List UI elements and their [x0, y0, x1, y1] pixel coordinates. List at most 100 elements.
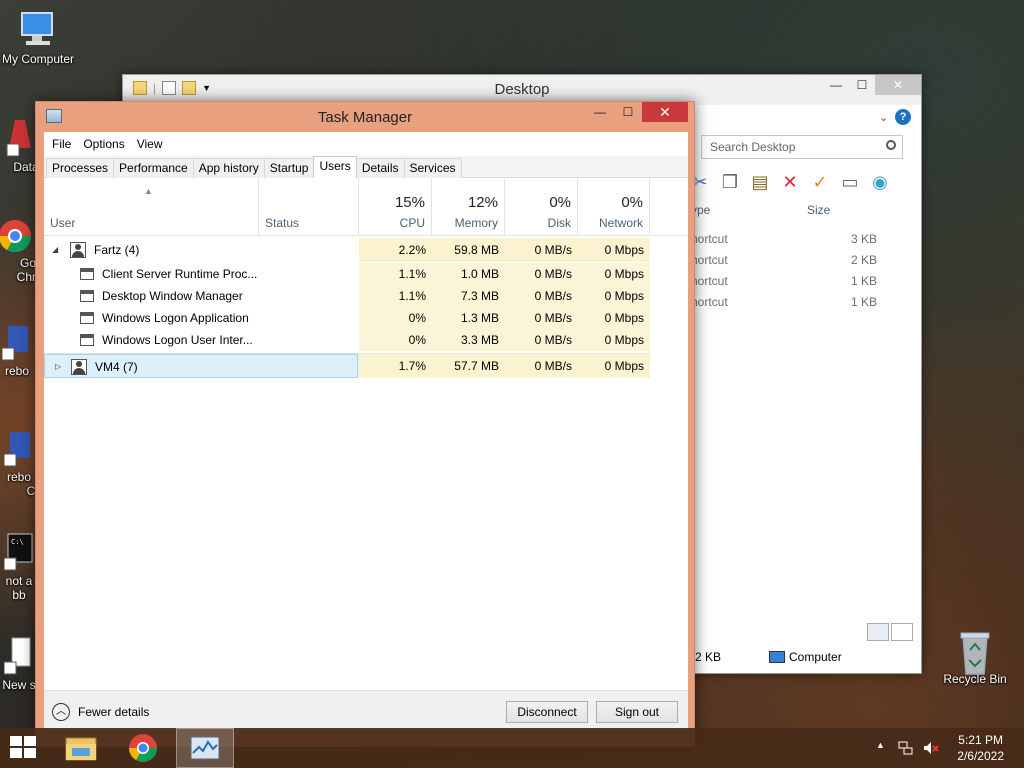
column-user[interactable]: ▲ User	[44, 178, 259, 236]
taskbar-file-explorer[interactable]	[52, 728, 110, 768]
disk-value: 0 MB/s	[505, 238, 578, 262]
taskbar-task-manager[interactable]	[176, 728, 234, 768]
large-icons-view-button[interactable]	[891, 623, 913, 641]
user-group-row[interactable]: ◢ Fartz (4) 2.2% 59.8 MB 0 MB/s 0 Mbps	[44, 238, 650, 262]
close-button[interactable]: ✕	[642, 102, 688, 122]
desktop-icon-reboot[interactable]: rebo	[0, 322, 40, 378]
clock-time: 5:21 PM	[958, 733, 1003, 747]
column-cpu-label: CPU	[399, 216, 425, 230]
taskbar: ▲ 5:21 PM 2/6/2022	[0, 728, 1024, 768]
paste-icon[interactable]: ▤	[749, 171, 771, 193]
task-manager-icon	[190, 736, 220, 760]
expand-arrow-icon[interactable]: ▷	[55, 355, 61, 379]
column-cpu[interactable]: 15% CPU	[359, 178, 432, 236]
chrome-icon	[129, 734, 157, 762]
details-view-button[interactable]	[867, 623, 889, 641]
memory-value: 1.0 MB	[432, 263, 505, 285]
desktop-icon-recycle-bin[interactable]: Recycle Bin	[937, 630, 1013, 686]
process-row[interactable]: Desktop Window Manager 1.1% 7.3 MB 0 MB/…	[44, 285, 650, 307]
taskbar-chrome[interactable]	[114, 728, 172, 768]
process-row[interactable]: Client Server Runtime Proc... 1.1% 1.0 M…	[44, 263, 650, 285]
copy-icon[interactable]: ❐	[719, 171, 741, 193]
column-disk[interactable]: 0% Disk	[505, 178, 578, 236]
tab-performance[interactable]: Performance	[113, 158, 194, 178]
column-network[interactable]: 0% Network	[578, 178, 650, 236]
globe-icon[interactable]: ◉	[869, 171, 891, 193]
collapse-arrow-icon[interactable]: ◢	[52, 238, 58, 262]
disk-value: 0 MB/s	[505, 354, 578, 378]
explorer-column-headers: ype Size	[689, 197, 919, 221]
tab-startup[interactable]: Startup	[263, 158, 315, 178]
cpu-value: 0%	[359, 329, 432, 351]
desktop-icon-label: Chr	[16, 270, 36, 284]
user-name: VM4 (7)	[95, 360, 138, 374]
shortcut-icon	[3, 428, 34, 468]
recycle-bin-icon	[955, 630, 995, 675]
users-grid: ▲ User Status 15% CPU 12% Memory 0% Disk	[44, 178, 688, 678]
status-location: Computer	[789, 650, 842, 664]
rename-icon[interactable]: ▭	[839, 171, 861, 193]
file-row[interactable]: hortcut 2 KB	[689, 249, 919, 270]
tab-services[interactable]: Services	[403, 158, 462, 178]
network-value: 0 Mbps	[578, 329, 650, 351]
network-value: 0 Mbps	[578, 263, 650, 285]
tab-app-history[interactable]: App history	[192, 158, 265, 178]
column-network-label: Network	[598, 216, 643, 230]
task-manager-window[interactable]: Task Manager — ☐ ✕ File Options View Pro…	[35, 101, 695, 747]
column-memory[interactable]: 12% Memory	[432, 178, 505, 236]
tab-users[interactable]: Users	[313, 156, 357, 178]
maximize-button[interactable]: ☐	[849, 75, 875, 95]
tab-bar: Processes Performance App history Startu…	[44, 156, 688, 178]
sign-out-button[interactable]: Sign out	[596, 701, 678, 723]
show-hidden-icons-button[interactable]: ▲	[876, 740, 885, 768]
tab-details[interactable]: Details	[355, 158, 405, 178]
cpu-value: 2.2%	[359, 238, 432, 262]
file-type: hortcut	[691, 232, 728, 246]
file-row[interactable]: hortcut 3 KB	[689, 228, 919, 249]
menu-options[interactable]: Options	[77, 137, 130, 151]
network-icon[interactable]	[898, 740, 914, 768]
process-row[interactable]: Windows Logon User Inter... 0% 3.3 MB 0 …	[44, 329, 650, 351]
help-icon[interactable]: ?	[895, 109, 911, 125]
close-button[interactable]: ✕	[875, 75, 921, 95]
volume-muted-icon[interactable]	[922, 740, 940, 768]
menu-view[interactable]: View	[131, 137, 169, 151]
task-manager-title-bar[interactable]: Task Manager — ☐ ✕	[36, 102, 694, 132]
maximize-button[interactable]: ☐	[614, 102, 642, 122]
check-icon[interactable]: ✓	[809, 171, 831, 193]
chrome-icon	[0, 218, 33, 254]
menu-file[interactable]: File	[46, 137, 77, 151]
column-status[interactable]: Status	[259, 178, 359, 236]
user-icon	[71, 359, 87, 375]
process-name: Desktop Window Manager	[102, 289, 243, 303]
file-row[interactable]: hortcut 1 KB	[689, 270, 919, 291]
column-size[interactable]: Size	[807, 203, 830, 217]
explorer-status-bar: 2 KB Computer	[689, 645, 921, 669]
user-group-row[interactable]: ▷ VM4 (7) 1.7% 57.7 MB 0 MB/s 0 Mbps	[44, 353, 650, 379]
file-type: hortcut	[691, 253, 728, 267]
file-row[interactable]: hortcut 1 KB	[689, 291, 919, 312]
disk-value: 0 MB/s	[505, 329, 578, 351]
explorer-title: Desktop	[494, 81, 550, 98]
file-type: hortcut	[691, 295, 728, 309]
chevron-down-icon[interactable]: ⌄	[879, 111, 888, 124]
fewer-details-button[interactable]: ︿ Fewer details	[52, 703, 149, 721]
process-row[interactable]: Windows Logon Application 0% 1.3 MB 0 MB…	[44, 307, 650, 329]
memory-value: 1.3 MB	[432, 307, 505, 329]
tab-processes[interactable]: Processes	[46, 158, 115, 178]
start-button[interactable]	[10, 736, 38, 760]
system-clock[interactable]: 5:21 PM 2/6/2022	[957, 732, 1004, 764]
desktop-icon-my-computer[interactable]: My Computer	[0, 10, 76, 66]
disconnect-button[interactable]: Disconnect	[506, 701, 588, 723]
shortcut-icon	[1, 322, 32, 362]
search-input[interactable]: Search Desktop	[701, 135, 903, 159]
minimize-button[interactable]: —	[823, 75, 849, 95]
shortcut-icon	[5, 118, 35, 158]
process-cell: Desktop Window Manager	[44, 285, 358, 307]
delete-icon[interactable]: ✕	[779, 171, 801, 193]
disk-value: 0 MB/s	[505, 307, 578, 329]
process-window-icon	[80, 268, 94, 280]
sort-ascending-icon: ▲	[144, 186, 153, 196]
minimize-button[interactable]: —	[586, 102, 614, 122]
desktop-icon-chrome[interactable]: Go Chr	[0, 218, 40, 284]
